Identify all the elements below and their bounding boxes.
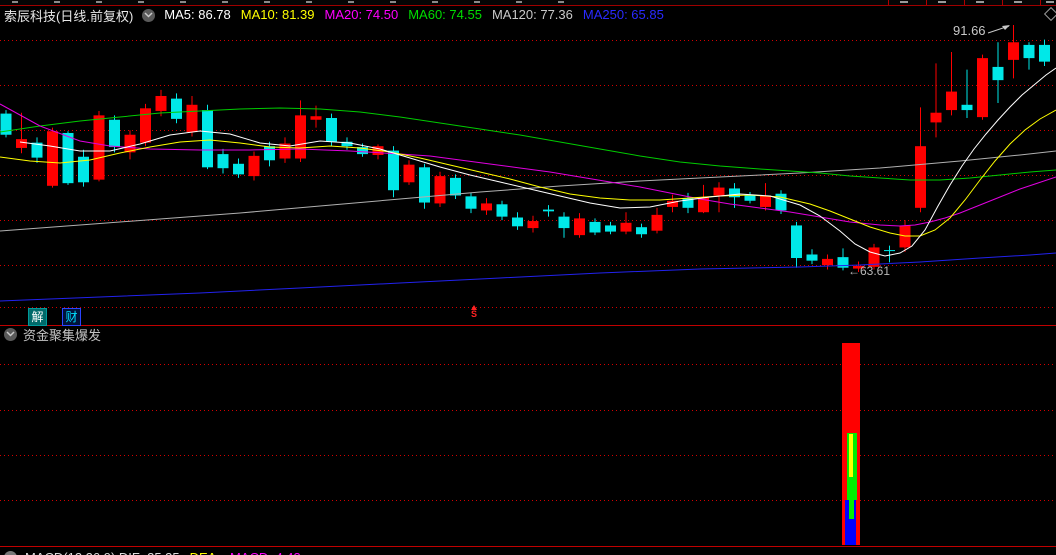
macd-segment: DEA:	[190, 550, 220, 555]
indicator-bars	[842, 343, 860, 545]
macd-segment: MACD: 4.43	[230, 550, 301, 555]
high-price-annotation: 91.66	[953, 23, 986, 38]
ma-line-ma120	[0, 150, 1056, 232]
indicator-name: 资金聚集爆发	[23, 327, 102, 343]
chevron-down-icon[interactable]	[4, 327, 17, 341]
macd-segment: MACD(12,26,9) DIF: 25.35	[25, 550, 180, 555]
candlestick-chart[interactable]	[0, 0, 1056, 555]
candles	[0, 25, 1050, 273]
tab-cai[interactable]: 财	[62, 308, 81, 326]
ma-line-ma20	[0, 103, 1056, 227]
ma-line-ma250	[0, 252, 1056, 302]
annotation-arrow	[987, 25, 1010, 34]
macd-status-row: MACD(12,26,9) DIF: 25.35 DEA: MACD: 4.43	[4, 549, 311, 555]
tab-jie[interactable]: 解	[28, 308, 47, 326]
macd-values: MACD(12,26,9) DIF: 25.35 DEA: MACD: 4.43	[25, 551, 311, 555]
signal-marker: S	[468, 305, 480, 319]
chevron-circle-icon[interactable]	[4, 550, 17, 555]
low-price-annotation: ←63.61	[848, 264, 891, 278]
ma-line-ma10	[0, 109, 1056, 237]
indicator-label-row: 资金聚集爆发	[4, 326, 102, 343]
